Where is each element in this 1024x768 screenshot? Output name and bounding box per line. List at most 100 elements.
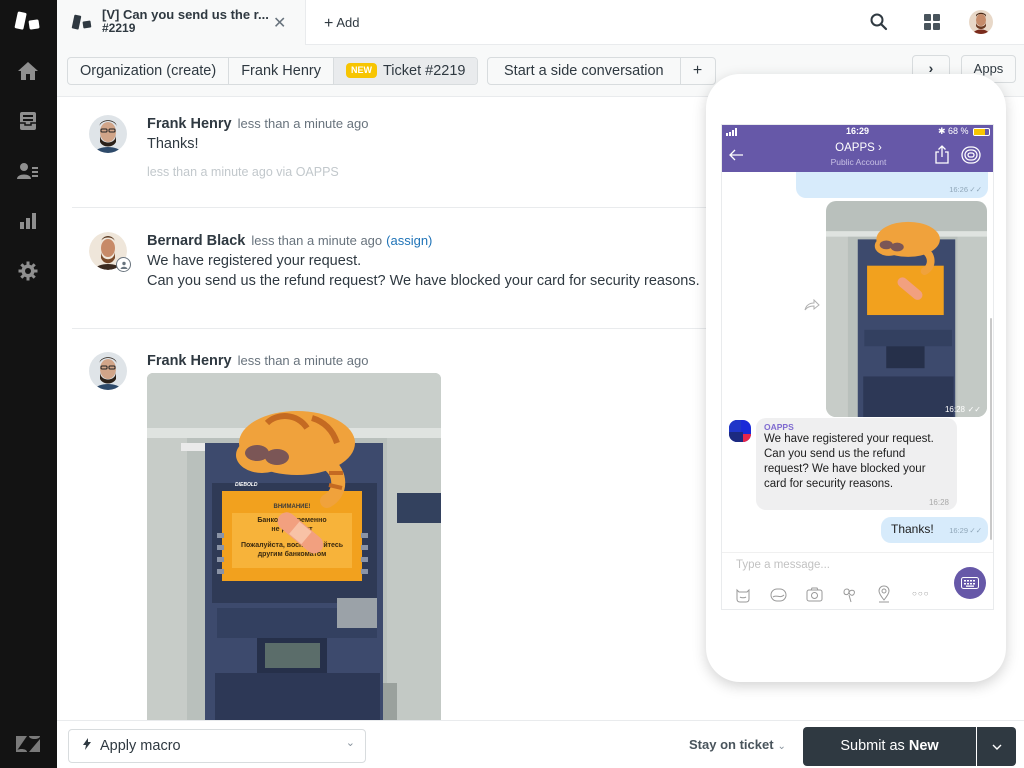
doodle-icon[interactable] [841,587,858,603]
comment-time: less than a minute ago [237,116,369,131]
chevron-down-icon [992,744,1001,750]
agent-badge-icon [116,257,131,272]
comment-body: Thanks! [147,136,199,152]
message-text: Thanks! [891,522,934,536]
location-icon[interactable] [877,585,891,603]
author-name[interactable]: Bernard Black [147,233,245,249]
chat-messages: 16:26 ✓✓ 16:28 ✓✓ OAPPS We have register… [722,172,993,552]
reporting-icon[interactable] [16,209,40,233]
gallery-icon[interactable] [770,587,787,603]
oapps-avatar [729,420,751,442]
battery-icon [973,128,990,136]
submit-options-button[interactable] [977,727,1016,766]
divider [72,328,707,329]
comment-author: Frank Henry less than a minute ago [147,353,368,369]
chat-title[interactable]: OAPPS › [722,142,993,154]
message-time: 16:28 [928,498,949,507]
chat-scrollbar[interactable] [990,318,992,540]
keyboard-button[interactable] [954,567,986,599]
add-label: Add [336,15,360,30]
message-line: request? We have blocked your [764,463,926,475]
conversation-pane: Frank Henry less than a minute ago Thanks… [57,98,707,720]
message-line: We have registered your request. [764,433,934,445]
close-tab-icon[interactable]: ✕ [273,13,286,33]
camera-icon[interactable] [806,586,823,602]
avatar [89,232,131,272]
atm-screen-title: ВНИМАНИЕ! [274,504,311,510]
lightning-icon [83,738,91,753]
ticket-footer: Apply macro ⌄ Stay on ticket ⌄ Submit as … [57,720,1024,768]
breadcrumb-ticket[interactable]: NEW Ticket #2219 [333,58,478,84]
outgoing-image-message[interactable]: 16:28 ✓✓ [826,201,987,417]
apply-macro-dropdown[interactable]: Apply macro ⌄ [68,729,366,763]
ticket-tab-title: [V] Can you send us the r... [102,7,269,22]
phone-screen: 16:29 ✱ 68 % OAPPS › Public Account 16:2… [721,124,994,610]
product-tray-icon[interactable] [922,12,942,32]
views-icon[interactable] [16,109,40,133]
author-name[interactable]: Frank Henry [147,116,232,132]
status-badge: NEW [345,63,377,78]
user-avatar[interactable] [969,10,993,34]
sticker-icon[interactable] [735,587,751,603]
comment-via: less than a minute ago via OAPPS [147,165,339,179]
chevron-down-icon: ⌄ [777,741,786,752]
apply-macro-label: Apply macro [100,738,181,754]
top-bar: [V] Can you send us the r... #2219 ✕ + Ad… [57,0,1024,45]
side-conversation-group: Start a side conversation + [487,57,716,85]
submit-status: New [908,738,939,754]
comment-time: less than a minute ago [251,233,383,248]
message-time: 16:28 [944,405,965,414]
customers-icon[interactable] [16,159,40,183]
forward-icon[interactable] [804,299,820,311]
atm-screen-line: Пожалуйста, воспользуйтесь [241,541,344,549]
divider [72,207,707,208]
gear-icon[interactable] [16,259,40,283]
viber-account-icon[interactable] [961,145,981,165]
comment-time: less than a minute ago [237,353,369,368]
message-line: Can you send us the refund [764,448,906,460]
atm-brand: DIEBOLD [235,482,258,488]
attachment-image[interactable]: ВНИМАНИЕ! Банкомат временно не работает … [147,373,441,720]
avatar [89,352,127,390]
share-icon[interactable] [934,145,950,165]
author-name[interactable]: Frank Henry [147,353,232,369]
breadcrumb-organization[interactable]: Organization (create) [68,58,230,84]
assign-link[interactable]: (assign) [386,233,432,248]
phone-status-bar: 16:29 ✱ 68 % [722,125,993,139]
incoming-message: OAPPS We have registered your request. C… [756,418,957,510]
stay-on-ticket-dropdown[interactable]: Stay on ticket ⌄ [689,737,786,752]
comment-body-line: Can you send us the refund request? We h… [147,273,700,289]
search-icon[interactable] [869,12,889,32]
keyboard-icon [961,577,979,589]
plus-icon: + [324,15,334,32]
read-check-icon: ✓✓ [967,405,981,414]
more-options-icon[interactable]: ○○○ [912,589,930,598]
ticket-tab[interactable]: [V] Can you send us the r... #2219 ✕ [57,0,306,45]
phone-time: 16:29 [846,126,870,136]
avatar [89,115,127,153]
zendesk-support-logo-icon[interactable] [14,9,42,33]
outgoing-message: 16:26 ✓✓ [796,172,988,198]
home-icon[interactable] [16,59,40,83]
message-input[interactable]: Type a message... [736,559,830,571]
signal-icon [726,128,737,136]
comment-author: Bernard Black less than a minute ago (assi… [147,233,432,249]
comment-author: Frank Henry less than a minute ago [147,116,368,132]
add-tab-button[interactable]: + Add [324,14,359,32]
breadcrumb: Organization (create) Frank Henry NEW Tic… [67,57,479,85]
viber-header: OAPPS › Public Account [722,139,993,172]
add-side-conversation-button[interactable]: + [681,58,715,84]
sidebar [0,0,57,768]
start-side-conversation-button[interactable]: Start a side conversation [488,58,681,84]
submit-button[interactable]: Submit as New [803,727,976,766]
viber-preview-phone: 16:29 ✱ 68 % OAPPS › Public Account 16:2… [706,74,1006,682]
zendesk-logo-icon[interactable] [14,732,42,756]
read-check-icon: ✓✓ [969,185,982,194]
breadcrumb-requester[interactable]: Frank Henry [229,58,334,84]
battery-percent: 68 % [948,126,969,136]
message-sender: OAPPS [764,422,794,432]
message-line: card for security reasons. [764,478,894,490]
compose-area: Type a message... ○○○ [722,552,993,609]
bluetooth-icon: ✱ [938,126,946,136]
ticket-icon [71,14,92,30]
